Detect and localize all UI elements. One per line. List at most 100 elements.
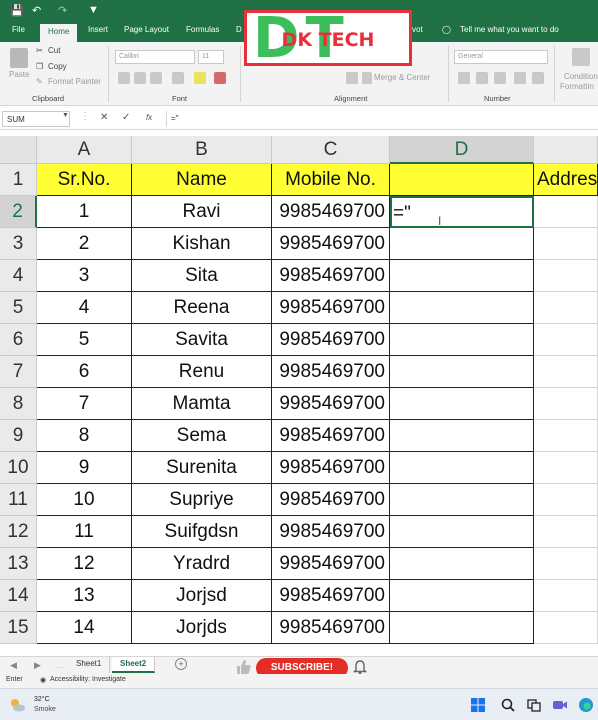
row-header[interactable]: 3	[0, 228, 37, 260]
currency-icon[interactable]	[458, 72, 470, 84]
sheet-tab-sheet1[interactable]: Sheet1	[68, 657, 111, 673]
cell-d[interactable]	[390, 484, 534, 516]
cell-e[interactable]	[534, 196, 598, 228]
italic-icon[interactable]	[134, 72, 146, 84]
active-cell-d2[interactable]: ="	[390, 196, 534, 228]
cell-d[interactable]	[390, 356, 534, 388]
row-header[interactable]: 2	[0, 196, 37, 228]
cell-e[interactable]	[534, 356, 598, 388]
cell-e[interactable]	[534, 292, 598, 324]
formula-input[interactable]: ="	[166, 111, 596, 127]
bold-icon[interactable]	[118, 72, 130, 84]
cell-d[interactable]	[390, 612, 534, 644]
underline-icon[interactable]	[150, 72, 162, 84]
lightbulb-icon[interactable]: ◯	[442, 25, 451, 34]
column-header-e[interactable]	[534, 136, 598, 164]
header-cell-address[interactable]: Addres	[534, 164, 598, 196]
header-cell-mobile[interactable]: Mobile No.	[272, 164, 390, 196]
redo-icon[interactable]: ↷	[58, 4, 67, 17]
row-header[interactable]: 12	[0, 516, 37, 548]
search-icon[interactable]	[500, 697, 516, 713]
cell-name[interactable]: Suifgdsn	[132, 516, 272, 548]
cell-sr[interactable]: 3	[37, 260, 132, 292]
header-cell-d[interactable]	[390, 164, 534, 196]
cell-name[interactable]: Reena	[132, 292, 272, 324]
quick-access-icon[interactable]: ▼	[88, 4, 99, 16]
cell-d[interactable]	[390, 452, 534, 484]
cell-e[interactable]	[534, 388, 598, 420]
insert-function-icon[interactable]: fx	[146, 113, 152, 122]
fill-color-icon[interactable]	[194, 72, 206, 84]
cell-sr[interactable]: 5	[37, 324, 132, 356]
row-header[interactable]: 9	[0, 420, 37, 452]
bell-icon[interactable]	[352, 659, 368, 675]
row-header[interactable]: 14	[0, 580, 37, 612]
cell-d[interactable]	[390, 548, 534, 580]
row-header[interactable]: 13	[0, 548, 37, 580]
tell-me-search[interactable]: Tell me what you want to do	[460, 25, 559, 34]
cell-name[interactable]: Sema	[132, 420, 272, 452]
tab-file[interactable]: File	[12, 25, 25, 34]
cell-e[interactable]	[534, 580, 598, 612]
cell-mobile[interactable]: 9985469700	[272, 228, 390, 260]
decrease-decimal-icon[interactable]	[532, 72, 544, 84]
cell-e[interactable]	[534, 452, 598, 484]
cell-name[interactable]: Surenita	[132, 452, 272, 484]
cut-icon[interactable]: ✂	[36, 46, 43, 55]
conditional-formatting-button[interactable]: Condition	[564, 72, 598, 81]
enter-check-icon[interactable]: ✓	[122, 112, 130, 123]
cell-name[interactable]: Mamta	[132, 388, 272, 420]
accessibility-status[interactable]: Accessibility: Investigate	[50, 676, 126, 683]
tab-home[interactable]: Home	[40, 24, 78, 42]
weather-icon[interactable]	[8, 696, 26, 714]
cell-mobile[interactable]: 9985469700	[272, 388, 390, 420]
cell-mobile[interactable]: 9985469700	[272, 612, 390, 644]
font-color-icon[interactable]	[214, 72, 226, 84]
paste-button[interactable]: Paste	[9, 70, 29, 79]
copy-icon[interactable]: ❐	[36, 62, 43, 71]
cell-d[interactable]	[390, 260, 534, 292]
spreadsheet-grid[interactable]: A B C D 1 Sr.No. Name Mobile No. Addres …	[0, 136, 598, 656]
column-header-b[interactable]: B	[132, 136, 272, 164]
row-header[interactable]: 15	[0, 612, 37, 644]
borders-icon[interactable]	[172, 72, 184, 84]
cell-e[interactable]	[534, 484, 598, 516]
row-header-1[interactable]: 1	[0, 164, 37, 196]
conditional-formatting-button-line2[interactable]: Formattin	[560, 82, 594, 91]
cell-e[interactable]	[534, 260, 598, 292]
cell-sr[interactable]: 7	[37, 388, 132, 420]
cell-e[interactable]	[534, 548, 598, 580]
cell-sr[interactable]: 8	[37, 420, 132, 452]
format-painter-button[interactable]: Format Painter	[48, 77, 101, 86]
cell-e[interactable]	[534, 420, 598, 452]
cell-mobile[interactable]: 9985469700	[272, 356, 390, 388]
name-box-dropdown-icon[interactable]: ▼	[62, 112, 69, 119]
cell-mobile[interactable]: 9985469700	[272, 452, 390, 484]
cell-sr[interactable]: 9	[37, 452, 132, 484]
cell-name[interactable]: Jorjds	[132, 612, 272, 644]
column-header-c[interactable]: C	[272, 136, 390, 164]
paste-icon[interactable]	[10, 48, 28, 68]
cell-mobile[interactable]: 9985469700	[272, 580, 390, 612]
font-name-select[interactable]: Calibri	[115, 50, 195, 64]
header-cell-name[interactable]: Name	[132, 164, 272, 196]
cell-d[interactable]	[390, 324, 534, 356]
cell-d[interactable]	[390, 420, 534, 452]
cell-mobile[interactable]: 9985469700	[272, 260, 390, 292]
row-header[interactable]: 5	[0, 292, 37, 324]
cell-mobile[interactable]: 9985469700	[272, 484, 390, 516]
cell-mobile[interactable]: 9985469700	[272, 548, 390, 580]
row-header[interactable]: 11	[0, 484, 37, 516]
video-call-icon[interactable]	[552, 697, 568, 713]
cell-sr[interactable]: 11	[37, 516, 132, 548]
indent-icon[interactable]	[346, 72, 358, 84]
name-box[interactable]: SUM	[2, 111, 70, 127]
row-header[interactable]: 8	[0, 388, 37, 420]
cell-name[interactable]: Ravi	[132, 196, 272, 228]
cell-d[interactable]	[390, 580, 534, 612]
cell-sr[interactable]: 4	[37, 292, 132, 324]
cell-d[interactable]	[390, 516, 534, 548]
add-sheet-icon[interactable]: +	[175, 658, 187, 670]
cell-mobile[interactable]: 9985469700	[272, 196, 390, 228]
cell-sr[interactable]: 12	[37, 548, 132, 580]
